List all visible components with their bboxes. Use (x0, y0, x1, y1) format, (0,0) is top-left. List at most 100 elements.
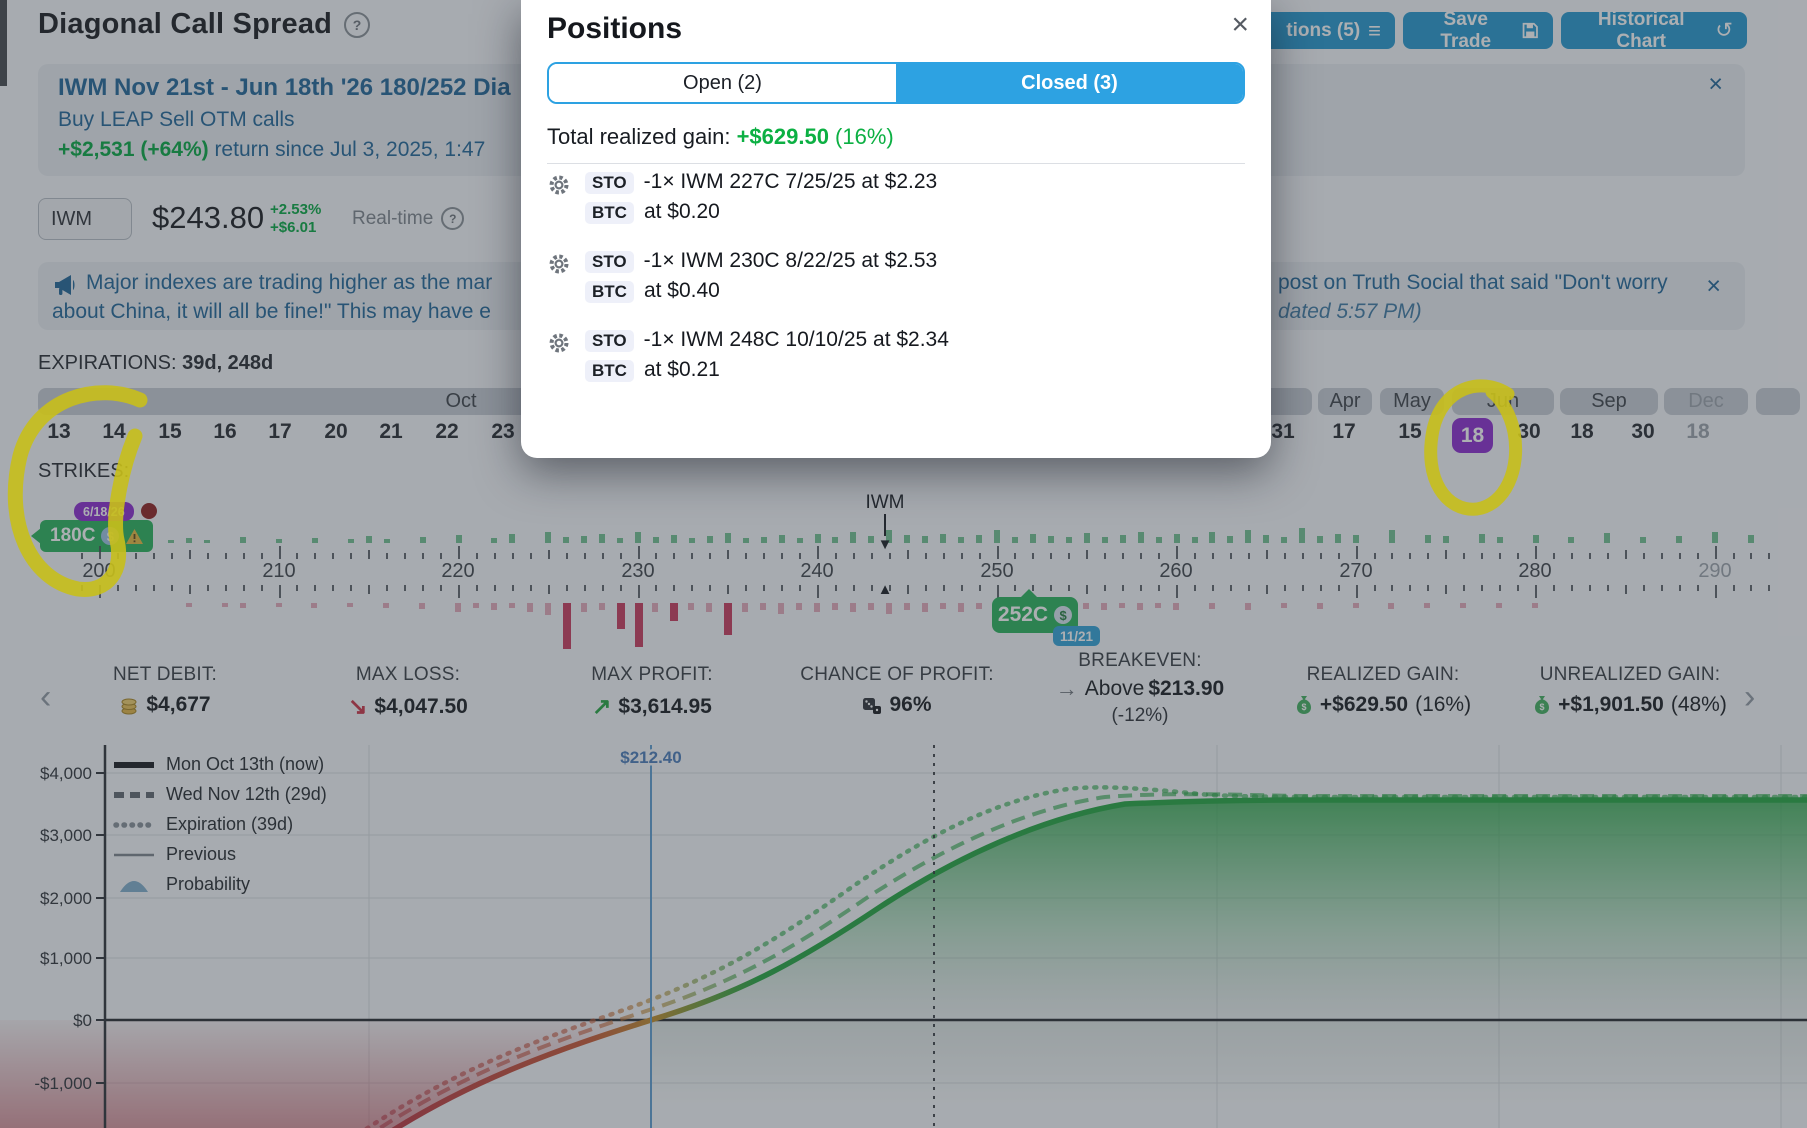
position-desc: at $0.40 (643, 279, 720, 302)
strike-expiry-pill[interactable]: 11/21 (1053, 626, 1101, 646)
tick (134, 553, 137, 559)
legend-item-29d: Wed Nov 12th (29d) (112, 782, 327, 807)
below-zero-shade (651, 1020, 1807, 1105)
call-volume-bar (688, 538, 695, 543)
month-pill-apr[interactable]: Apr (1318, 388, 1372, 415)
put-volume-bar (688, 603, 695, 610)
call-volume-bar (599, 534, 606, 543)
put-volume-bar (1280, 603, 1287, 608)
realtime-label: Real-time (352, 207, 434, 229)
tick (1535, 546, 1537, 559)
tab-open[interactable]: Open (2) (549, 64, 896, 102)
close-icon[interactable]: × (1231, 8, 1249, 42)
dotted-line-swatch (113, 821, 156, 828)
tick (81, 585, 83, 591)
price-line-label: $212.40 (620, 748, 681, 767)
tick (206, 585, 209, 591)
put-volume-bar (742, 603, 749, 612)
strikes-label: STRIKES: (38, 460, 130, 482)
tick (188, 585, 191, 594)
tick (1014, 585, 1017, 591)
tick (817, 546, 819, 559)
month-pill-partial[interactable] (1756, 388, 1800, 415)
tick (1104, 585, 1107, 591)
expiry-date[interactable]: 14 (92, 420, 136, 444)
month-pill-sep[interactable]: Sep (1560, 388, 1658, 415)
call-volume-bar (850, 532, 857, 543)
put-volume-bar (1316, 603, 1323, 609)
position-desc: -1× IWM 230C 8/22/25 at $2.53 (643, 249, 938, 272)
expiry-date[interactable]: 18 (1676, 420, 1720, 444)
help-icon[interactable]: ? (344, 11, 371, 38)
tick (81, 553, 83, 559)
tick (1104, 553, 1107, 559)
put-volume-bar (796, 603, 802, 610)
put-volume-bar (580, 603, 587, 612)
tick (1355, 585, 1358, 598)
put-volume-bar (472, 603, 479, 608)
strategy-gain-rest: return since Jul 3, 2025, 1:47 (208, 138, 486, 161)
tick (260, 553, 263, 559)
expiry-date[interactable]: 20 (314, 420, 358, 444)
put-volume-bar (598, 603, 605, 610)
month-pill-jun[interactable]: Jun (1452, 388, 1554, 415)
historical-chart-button[interactable]: Historical Chart ↺ (1561, 9, 1747, 52)
stats-prev-chevron[interactable]: ‹ (40, 678, 51, 717)
call-volume-bar (670, 535, 677, 543)
strike-badge-180c[interactable]: 180C $ (30, 520, 154, 552)
legend-label: Previous (166, 844, 237, 864)
call-volume-bar (976, 535, 982, 543)
call-volume-bar (1137, 532, 1144, 543)
expiry-date[interactable]: 30 (1507, 420, 1551, 444)
put-volume-bar (1119, 603, 1126, 608)
call-volume-bar (1568, 537, 1575, 543)
gear-icon[interactable] (547, 331, 571, 355)
gear-icon[interactable] (547, 173, 571, 197)
expiry-date[interactable]: 23 (481, 420, 525, 444)
expiry-date[interactable]: 22 (425, 420, 469, 444)
tick (763, 585, 766, 591)
expiry-date[interactable]: 17 (258, 420, 302, 444)
expiry-date[interactable]: 30 (1621, 420, 1665, 444)
arrow-down-right-icon: ↘ (348, 693, 368, 719)
tick (1355, 546, 1358, 559)
expiry-date[interactable]: 15 (148, 420, 192, 444)
strike-expiry-pill[interactable]: 6/18/26 (74, 502, 134, 521)
call-volume-bar (1245, 530, 1252, 543)
position-desc: at $0.20 (643, 200, 720, 223)
close-icon[interactable]: × (1708, 72, 1723, 97)
close-icon[interactable]: × (1706, 274, 1721, 299)
stat-prefix: Above (1084, 677, 1145, 700)
month-label: Sep (1591, 390, 1627, 412)
month-pill-may[interactable]: May (1380, 388, 1444, 415)
tab-closed[interactable]: Closed (3) (896, 64, 1243, 102)
save-trade-button[interactable]: Save Trade (1403, 9, 1553, 52)
ticker-change-abs: +$6.01 (270, 219, 317, 236)
expiry-date[interactable]: 21 (369, 420, 413, 444)
call-volume-bar (204, 540, 211, 543)
expiry-date[interactable]: 13 (37, 420, 81, 444)
gear-icon[interactable] (547, 252, 571, 276)
probability-swatch (120, 880, 148, 892)
marker-up-triangle: ▲ (877, 581, 893, 598)
expiry-date[interactable]: 18 (1560, 420, 1604, 444)
call-volume-bar (186, 538, 193, 543)
modal-title: Positions (547, 12, 683, 45)
expiry-date[interactable]: 15 (1388, 420, 1432, 444)
help-icon[interactable]: ? (441, 207, 465, 230)
put-volume-bar (867, 603, 874, 610)
call-volume-bar (1281, 537, 1288, 543)
close-leg-dot[interactable] (141, 503, 157, 519)
expiry-date[interactable]: 16 (203, 420, 247, 444)
month-pill-dec[interactable]: Dec (1664, 388, 1748, 415)
tick (1211, 553, 1214, 559)
ticker-input[interactable]: IWM (38, 198, 132, 240)
svg-text:$0: $0 (73, 1011, 92, 1030)
legend-item-expiration: Expiration (39d) (112, 812, 327, 837)
tick (1211, 585, 1214, 591)
put-volume-bar (1101, 603, 1108, 610)
expiry-date-selected[interactable]: 18 (1452, 418, 1493, 453)
expiry-date[interactable]: 17 (1322, 420, 1366, 444)
tick (1247, 553, 1250, 559)
expirations-label: EXPIRATIONS: (38, 352, 183, 374)
